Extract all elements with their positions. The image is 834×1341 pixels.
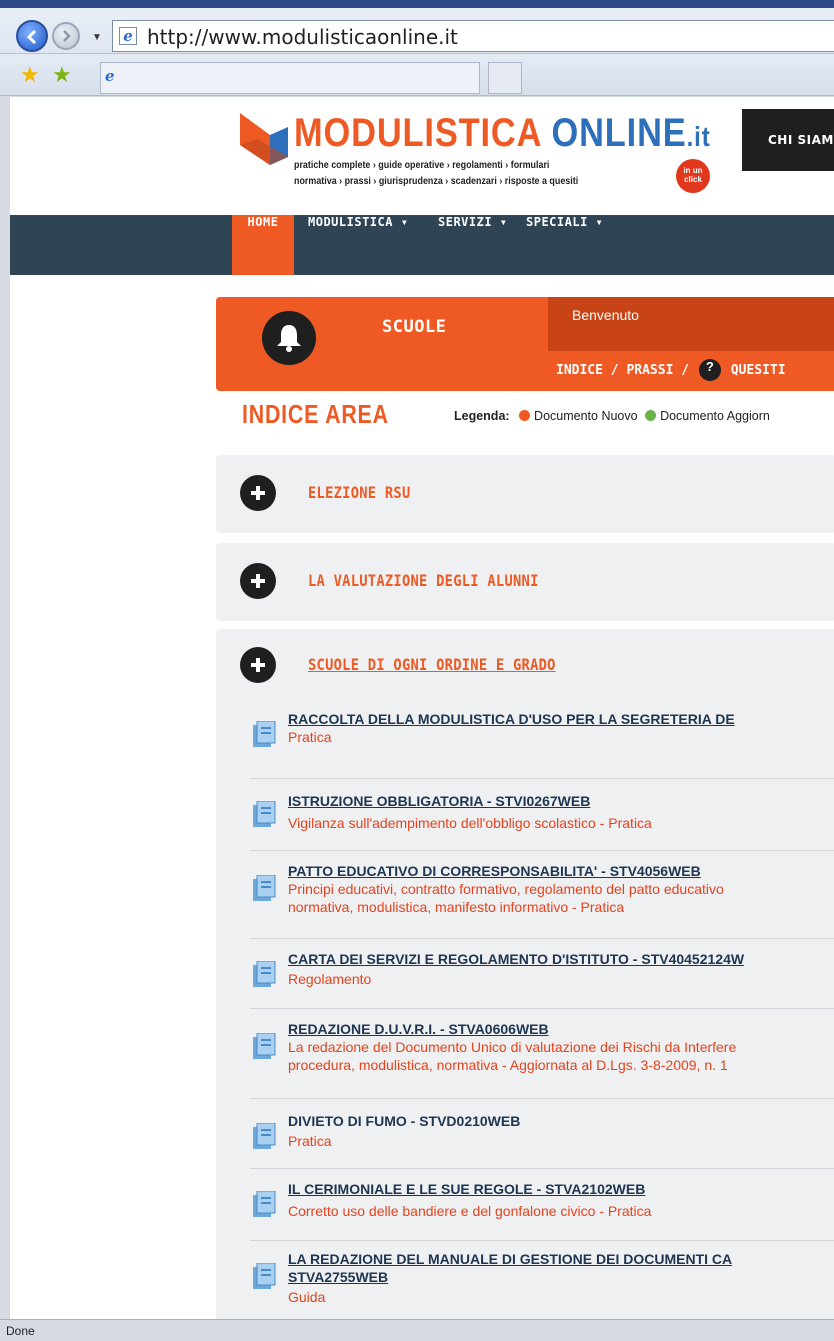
back-button[interactable] <box>16 20 48 52</box>
browser-titlebar <box>0 0 834 8</box>
favorites-star-icon[interactable]: ★ <box>20 62 40 88</box>
document-title-link[interactable]: LA REDAZIONE DEL MANUALE DI GESTIONE DEI… <box>288 1251 732 1267</box>
legend: Legenda: Documento Nuovo Documento Aggio… <box>454 409 770 423</box>
accordion-elezione-rsu[interactable]: ELEZIONE RSU <box>216 455 834 533</box>
expand-plus-icon[interactable] <box>240 647 276 683</box>
question-icon: ? <box>698 359 721 381</box>
address-bar[interactable]: e http://www.modulisticaonline.it <box>112 20 834 52</box>
new-tab-button[interactable] <box>488 62 522 94</box>
section-title: SCUOLE <box>382 317 447 337</box>
list-item[interactable]: LA REDAZIONE DEL MANUALE DI GESTIONE DEI… <box>250 1251 834 1319</box>
expand-plus-icon[interactable] <box>240 475 276 511</box>
document-title-link[interactable]: DIVIETO DI FUMO - STVD0210WEB <box>288 1113 520 1129</box>
document-title-link-line2[interactable]: STVA2755WEB <box>288 1269 388 1285</box>
ie-tab-icon: e <box>105 67 115 85</box>
document-desc: Principi educativi, contratto formativo,… <box>288 881 724 897</box>
logo-text-part1: MODULISTICA <box>294 111 542 155</box>
nav-home[interactable]: HOME <box>232 215 294 275</box>
crumb-prassi[interactable]: PRASSI <box>626 363 673 378</box>
forward-arrow-icon <box>63 30 71 42</box>
document-title-link[interactable]: RACCOLTA DELLA MODULISTICA D'USO PER LA … <box>288 711 735 727</box>
accordion-scuole-ogni-ordine[interactable]: SCUOLE DI OGNI ORDINE E GRADO RACCOLTA D… <box>216 629 834 1319</box>
main-navigation: HOME MODULISTICA ▾ SERVIZI ▾ SPECIALI ▾ <box>10 215 834 275</box>
page-title: INDICE AREA <box>242 399 389 429</box>
oneclick-line1: in un <box>683 166 703 175</box>
list-item[interactable]: IL CERIMONIALE E LE SUE REGOLE - STVA210… <box>250 1181 834 1241</box>
document-desc-line2: procedura, modulistica, normativa - Aggi… <box>288 1057 728 1073</box>
welcome-text: Benvenuto <box>572 307 639 323</box>
logo-tagline-1: pratiche complete › guide operative › re… <box>294 159 550 171</box>
logo-text-part3: .it <box>686 121 711 152</box>
crumb-separator: / <box>602 362 627 378</box>
document-icon <box>253 961 276 987</box>
list-item[interactable]: PATTO EDUCATIVO DI CORRESPONSABILITA' - … <box>250 863 834 939</box>
address-url: http://www.modulisticaonline.it <box>147 25 458 49</box>
document-desc: Regolamento <box>288 971 372 987</box>
page-viewport: MODULISTICA ONLINE.it pratiche complete … <box>10 97 834 1319</box>
document-icon <box>253 1123 276 1149</box>
forward-button[interactable] <box>52 22 80 50</box>
list-item[interactable]: ISTRUZIONE OBBLIGATORIA - STVI0267WEB Vi… <box>250 793 834 851</box>
updated-doc-dot-icon <box>645 410 657 421</box>
list-item[interactable]: CARTA DEI SERVIZI E REGOLAMENTO D'ISTITU… <box>250 951 834 1009</box>
document-desc: Vigilanza sull'adempimento dell'obbligo … <box>288 815 652 831</box>
chi-siamo-button[interactable]: CHI SIAM <box>742 109 834 171</box>
document-desc-line2: normativa, modulistica, manifesto inform… <box>288 899 625 915</box>
browser-status-bar: Done <box>0 1319 834 1341</box>
list-item[interactable]: REDAZIONE D.U.V.R.I. - STVA0606WEB La re… <box>250 1021 834 1099</box>
document-desc: Pratica <box>288 729 332 745</box>
browser-address-row: ▼ e http://www.modulisticaonline.it <box>0 8 834 54</box>
accordion-title[interactable]: LA VALUTAZIONE DEGLI ALUNNI <box>308 571 539 590</box>
document-icon <box>253 721 276 747</box>
crumb-separator: / <box>673 362 697 378</box>
site-logo[interactable]: MODULISTICA ONLINE.it pratiche complete … <box>236 111 716 197</box>
logo-tagline-2: normativa › prassi › giurisprudenza › sc… <box>294 175 579 187</box>
logo-mark-icon <box>240 113 288 165</box>
back-arrow-icon <box>26 29 37 45</box>
history-dropdown-icon[interactable]: ▼ <box>92 32 102 43</box>
crumb-indice[interactable]: INDICE <box>556 363 603 378</box>
document-title-link[interactable]: ISTRUZIONE OBBLIGATORIA - STVI0267WEB <box>288 793 590 809</box>
browser-tab[interactable]: e <box>100 62 480 94</box>
document-desc: Corretto uso delle bandiere e del gonfal… <box>288 1203 652 1219</box>
expand-plus-icon[interactable] <box>240 563 276 599</box>
document-title-link[interactable]: CARTA DEI SERVIZI E REGOLAMENTO D'ISTITU… <box>288 951 744 967</box>
welcome-box: Benvenuto <box>548 297 834 351</box>
add-favorites-icon[interactable]: ★ <box>52 62 72 88</box>
accordion-title[interactable]: ELEZIONE RSU <box>308 483 411 502</box>
crumb-quesiti[interactable]: QUESITI <box>731 363 786 378</box>
list-item[interactable]: DIVIETO DI FUMO - STVD0210WEB Pratica <box>250 1113 834 1169</box>
document-desc: La redazione del Documento Unico di valu… <box>288 1039 737 1055</box>
ie-page-icon: e <box>119 27 137 45</box>
nav-speciali[interactable]: SPECIALI ▾ <box>526 215 603 275</box>
legend-new: Documento Nuovo <box>534 409 638 423</box>
document-icon <box>253 875 276 901</box>
bell-icon[interactable] <box>262 311 316 365</box>
oneclick-badge: in un click <box>676 159 710 193</box>
logo-text: MODULISTICA ONLINE.it <box>294 111 711 156</box>
nav-servizi[interactable]: SERVIZI ▾ <box>438 215 508 275</box>
list-item[interactable]: RACCOLTA DELLA MODULISTICA D'USO PER LA … <box>250 711 834 779</box>
document-desc: Guida <box>288 1289 326 1305</box>
document-icon <box>253 801 276 827</box>
document-title-link[interactable]: REDAZIONE D.U.V.R.I. - STVA0606WEB <box>288 1021 549 1037</box>
legend-updated: Documento Aggiorn <box>660 409 770 423</box>
document-icon <box>253 1263 276 1289</box>
oneclick-line2: click <box>684 175 702 184</box>
document-title-link[interactable]: IL CERIMONIALE E LE SUE REGOLE - STVA210… <box>288 1181 645 1197</box>
new-doc-dot-icon <box>519 410 531 421</box>
document-icon <box>253 1033 276 1059</box>
legend-label: Legenda: <box>454 409 510 423</box>
favorites-bar: ★ ★ e <box>0 54 834 96</box>
document-icon <box>253 1191 276 1217</box>
section-banner: SCUOLE Benvenuto INDICE / PRASSI / ? QUE… <box>216 297 834 391</box>
nav-modulistica[interactable]: MODULISTICA ▾ <box>308 215 408 275</box>
accordion-title[interactable]: SCUOLE DI OGNI ORDINE E GRADO <box>308 655 556 674</box>
logo-text-part2: ONLINE <box>551 111 687 155</box>
accordion-valutazione-alunni[interactable]: LA VALUTAZIONE DEGLI ALUNNI <box>216 543 834 621</box>
document-desc: Pratica <box>288 1133 332 1149</box>
breadcrumb: INDICE / PRASSI / ? QUESITI <box>556 359 786 381</box>
document-title-link[interactable]: PATTO EDUCATIVO DI CORRESPONSABILITA' - … <box>288 863 701 879</box>
